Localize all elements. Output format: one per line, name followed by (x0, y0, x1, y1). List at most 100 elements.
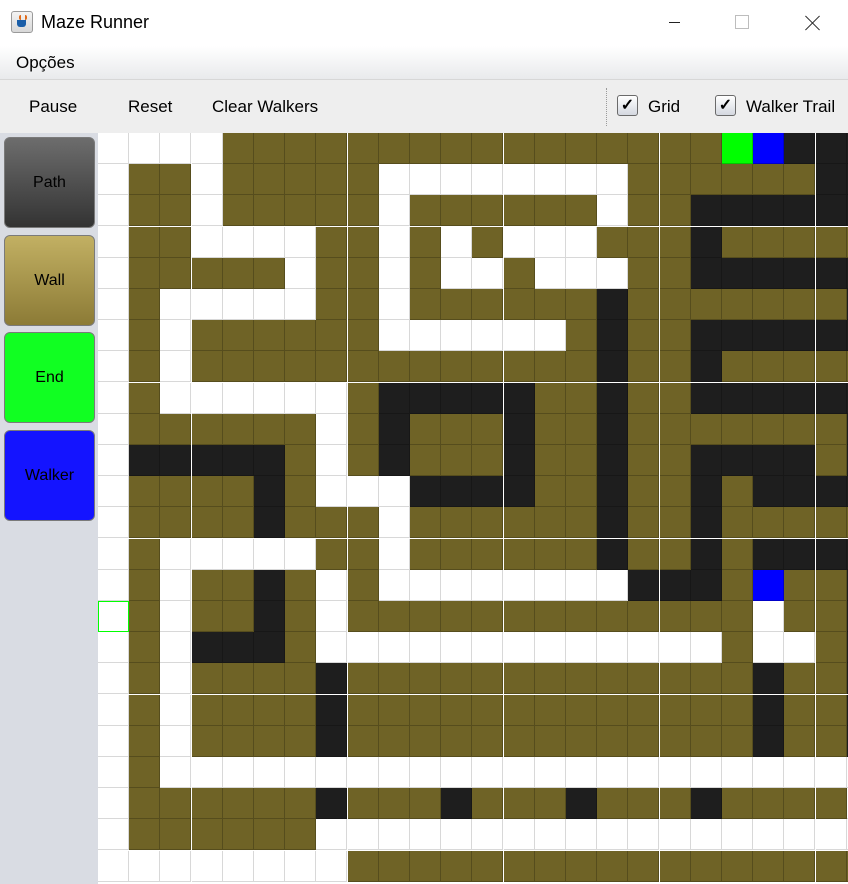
path-cell[interactable] (597, 569, 629, 601)
wall-cell[interactable] (316, 320, 348, 352)
path-cell[interactable] (815, 757, 847, 788)
path-cell[interactable] (378, 757, 410, 788)
path-cell[interactable] (566, 757, 597, 788)
wall-cell[interactable] (316, 164, 348, 196)
wall-cell[interactable] (285, 133, 317, 164)
walker-trail-cell[interactable] (722, 195, 753, 227)
wall-cell[interactable] (410, 788, 441, 820)
wall-cell[interactable] (722, 725, 753, 757)
wall-cell[interactable] (534, 413, 566, 445)
maze-grid[interactable] (98, 133, 848, 884)
wall-cell[interactable] (472, 507, 504, 539)
walker-trail-cell[interactable] (722, 382, 753, 414)
wall-cell[interactable] (410, 507, 441, 539)
path-cell[interactable] (98, 351, 129, 383)
wall-cell[interactable] (784, 601, 816, 632)
wall-cell[interactable] (597, 694, 629, 726)
walker-trail-cell[interactable] (254, 569, 285, 601)
wall-cell[interactable] (815, 226, 847, 258)
wall-cell[interactable] (222, 164, 254, 196)
wall-cell[interactable] (254, 351, 285, 383)
path-cell[interactable] (441, 819, 473, 851)
wall-cell[interactable] (472, 226, 504, 258)
wall-cell[interactable] (534, 476, 566, 508)
path-cell[interactable] (98, 289, 129, 320)
wall-cell[interactable] (347, 164, 379, 196)
wall-cell[interactable] (347, 694, 379, 726)
path-cell[interactable] (316, 445, 348, 476)
wall-cell[interactable] (784, 351, 816, 383)
wall-cell[interactable] (347, 507, 379, 539)
wall-cell[interactable] (254, 320, 285, 352)
wall-cell[interactable] (254, 663, 285, 695)
wall-cell[interactable] (659, 164, 691, 196)
wall-cell[interactable] (160, 476, 192, 508)
wall-cell[interactable] (410, 257, 441, 289)
wall-cell[interactable] (410, 601, 441, 632)
walker-trail-cell[interactable] (753, 663, 785, 695)
path-cell[interactable] (441, 757, 473, 788)
wall-cell[interactable] (441, 289, 473, 320)
path-cell[interactable] (534, 569, 566, 601)
path-cell[interactable] (441, 164, 473, 196)
wall-cell[interactable] (410, 445, 441, 476)
path-cell[interactable] (222, 757, 254, 788)
wall-cell[interactable] (503, 507, 535, 539)
path-cell[interactable] (98, 538, 129, 570)
path-cell[interactable] (659, 819, 691, 851)
path-cell[interactable] (753, 601, 785, 632)
path-cell[interactable] (378, 320, 410, 352)
wall-cell[interactable] (129, 476, 161, 508)
wall-cell[interactable] (285, 819, 317, 851)
wall-cell[interactable] (441, 850, 473, 882)
wall-cell[interactable] (753, 164, 785, 196)
wall-cell[interactable] (534, 850, 566, 882)
path-cell[interactable] (566, 257, 597, 289)
path-cell[interactable] (628, 632, 660, 664)
wall-cell[interactable] (815, 569, 847, 601)
walker-trail-cell[interactable] (254, 445, 285, 476)
wall-cell[interactable] (347, 257, 379, 289)
wall-cell[interactable] (690, 663, 722, 695)
wall-cell[interactable] (659, 507, 691, 539)
wall-cell[interactable] (753, 413, 785, 445)
wall-cell[interactable] (347, 850, 379, 882)
path-cell[interactable] (191, 382, 223, 414)
walker-trail-cell[interactable] (753, 195, 785, 227)
path-cell[interactable] (160, 569, 192, 601)
wall-cell[interactable] (722, 538, 753, 570)
wall-cell[interactable] (285, 725, 317, 757)
path-cell[interactable] (191, 289, 223, 320)
wall-cell[interactable] (316, 133, 348, 164)
walker-trail-cell[interactable] (597, 382, 629, 414)
walker-trail-cell[interactable] (784, 320, 816, 352)
walker-trail-cell[interactable] (690, 538, 722, 570)
wall-cell[interactable] (815, 445, 847, 476)
walker-trail-cell[interactable] (597, 289, 629, 320)
wall-cell[interactable] (628, 382, 660, 414)
path-cell[interactable] (597, 757, 629, 788)
wall-cell[interactable] (472, 445, 504, 476)
wall-cell[interactable] (222, 725, 254, 757)
path-cell[interactable] (98, 382, 129, 414)
path-cell[interactable] (378, 289, 410, 320)
path-cell[interactable] (534, 164, 566, 196)
wall-cell[interactable] (815, 725, 847, 757)
wall-cell[interactable] (534, 351, 566, 383)
walker-trail-cell[interactable] (254, 507, 285, 539)
walker-trail-cell[interactable] (191, 445, 223, 476)
wall-cell[interactable] (441, 133, 473, 164)
path-cell[interactable] (566, 164, 597, 196)
path-cell[interactable] (191, 538, 223, 570)
wall-cell[interactable] (659, 725, 691, 757)
path-cell[interactable] (160, 601, 192, 632)
path-cell[interactable] (472, 569, 504, 601)
wall-cell[interactable] (160, 226, 192, 258)
wall-cell[interactable] (347, 601, 379, 632)
wall-cell[interactable] (628, 663, 660, 695)
walker-tool-button[interactable]: Walker (4, 430, 95, 521)
wall-cell[interactable] (690, 694, 722, 726)
wall-cell[interactable] (534, 663, 566, 695)
path-cell[interactable] (316, 413, 348, 445)
wall-cell[interactable] (722, 351, 753, 383)
